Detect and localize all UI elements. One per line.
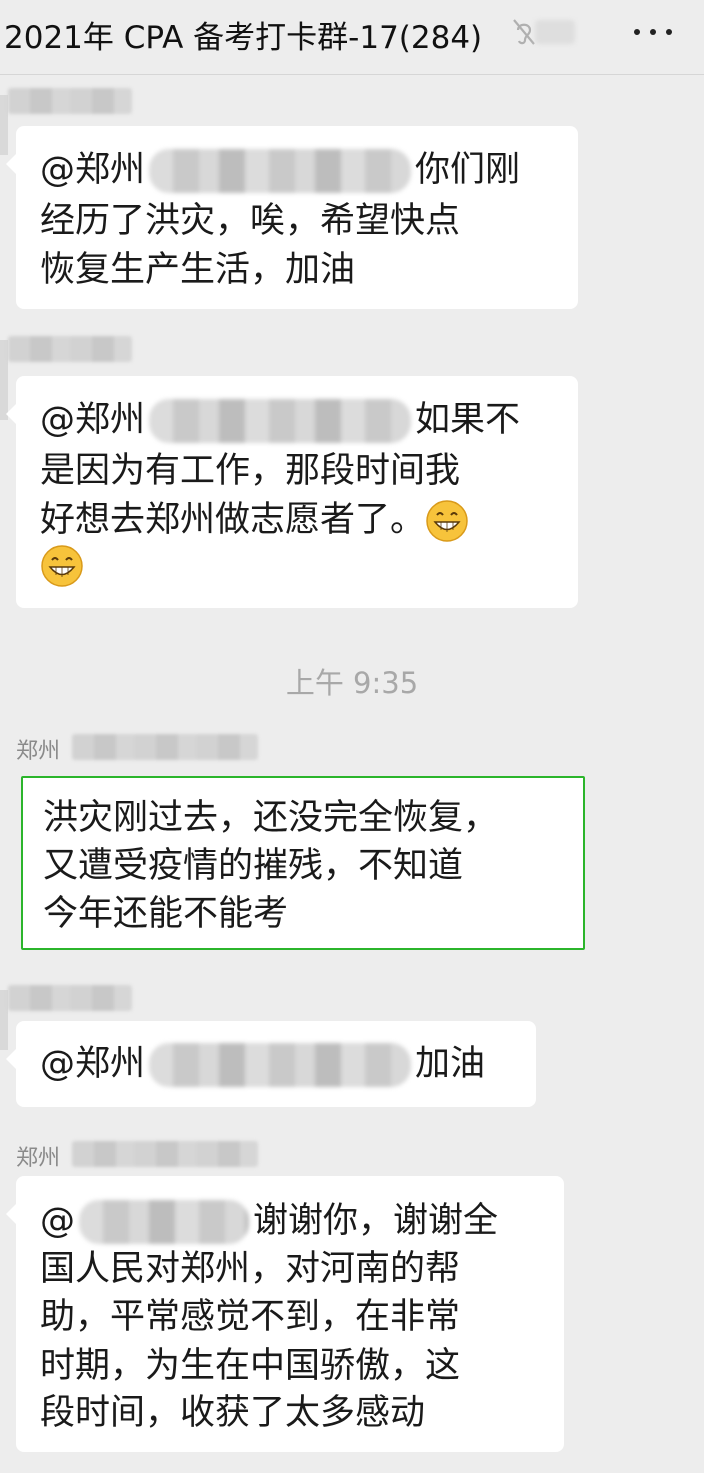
selected-message-bubble[interactable]: 洪灾刚过去，还没完全恢复， 又遭受疫情的摧残，不知道 今年还能不能考 [21, 776, 585, 950]
message-timestamp: 上午 9:35 [285, 666, 419, 700]
message-bubble[interactable]: @郑州 你们刚 经历了洪灾，唉，希望快点 恢复生产生活，加油 [6, 126, 578, 309]
message-bubble[interactable]: @郑州 如果不 是因为有工作，那段时间我 好想去郑州做志愿者了。 [6, 376, 578, 608]
mention-blur [149, 399, 412, 443]
sender-name-blur [72, 1141, 258, 1167]
message-line: 是因为有工作，那段时间我 [40, 451, 461, 491]
message-line: @郑州 你们刚 [40, 146, 520, 194]
message-line: @ 谢谢你，谢谢全 [40, 1197, 498, 1245]
message-line: 洪灾刚过去，还没完全恢复， [43, 798, 499, 838]
sender-name-blur [8, 985, 132, 1011]
message-line: 国人民对郑州，对河南的帮 [40, 1249, 461, 1289]
avatar[interactable] [0, 95, 8, 155]
sender-name-blur [8, 88, 132, 114]
grinning-face-emoji [426, 500, 468, 542]
message-bubble[interactable]: @ 谢谢你，谢谢全 国人民对郑州，对河南的帮 助，平常感觉不到，在非常 时期，为生… [6, 1176, 564, 1452]
mention-blur [149, 1043, 412, 1087]
avatar[interactable] [0, 990, 8, 1050]
message-line: 今年还能不能考 [43, 894, 289, 934]
message-line: 时期，为生在中国骄傲，这 [40, 1346, 461, 1386]
message-line: 恢复生产生活，加油 [40, 250, 356, 290]
grinning-face-emoji [41, 545, 83, 587]
mention-blur [79, 1200, 249, 1244]
sender-name: 郑州 [16, 1146, 61, 1171]
chat-header: 2021年 CPA 备考打卡群-17(284) [0, 0, 704, 75]
mention-blur [149, 149, 412, 193]
message-line: 好想去郑州做志愿者了。 [40, 496, 469, 544]
more-button[interactable] [628, 16, 678, 48]
message-line: 经历了洪灾，唉，希望快点 [40, 201, 461, 241]
title-blur [535, 20, 575, 44]
message-line [40, 541, 84, 589]
message-line: 助，平常感觉不到，在非常 [40, 1297, 461, 1337]
message-bubble[interactable]: @郑州 加油 [6, 1021, 536, 1107]
ear-off-icon [513, 19, 535, 45]
sender-name-blur [72, 734, 258, 760]
chat-title[interactable]: 2021年 CPA 备考打卡群-17(284) [4, 12, 482, 57]
message-line: 又遭受疫情的摧残，不知道 [43, 846, 464, 886]
sender-name-blur [8, 336, 132, 362]
message-line: @郑州 如果不 [40, 396, 520, 444]
ellipsis-icon [634, 29, 640, 35]
message-line: 段时间，收获了太多感动 [40, 1393, 426, 1433]
message-line: @郑州 加油 [40, 1040, 485, 1088]
sender-name: 郑州 [16, 739, 61, 764]
